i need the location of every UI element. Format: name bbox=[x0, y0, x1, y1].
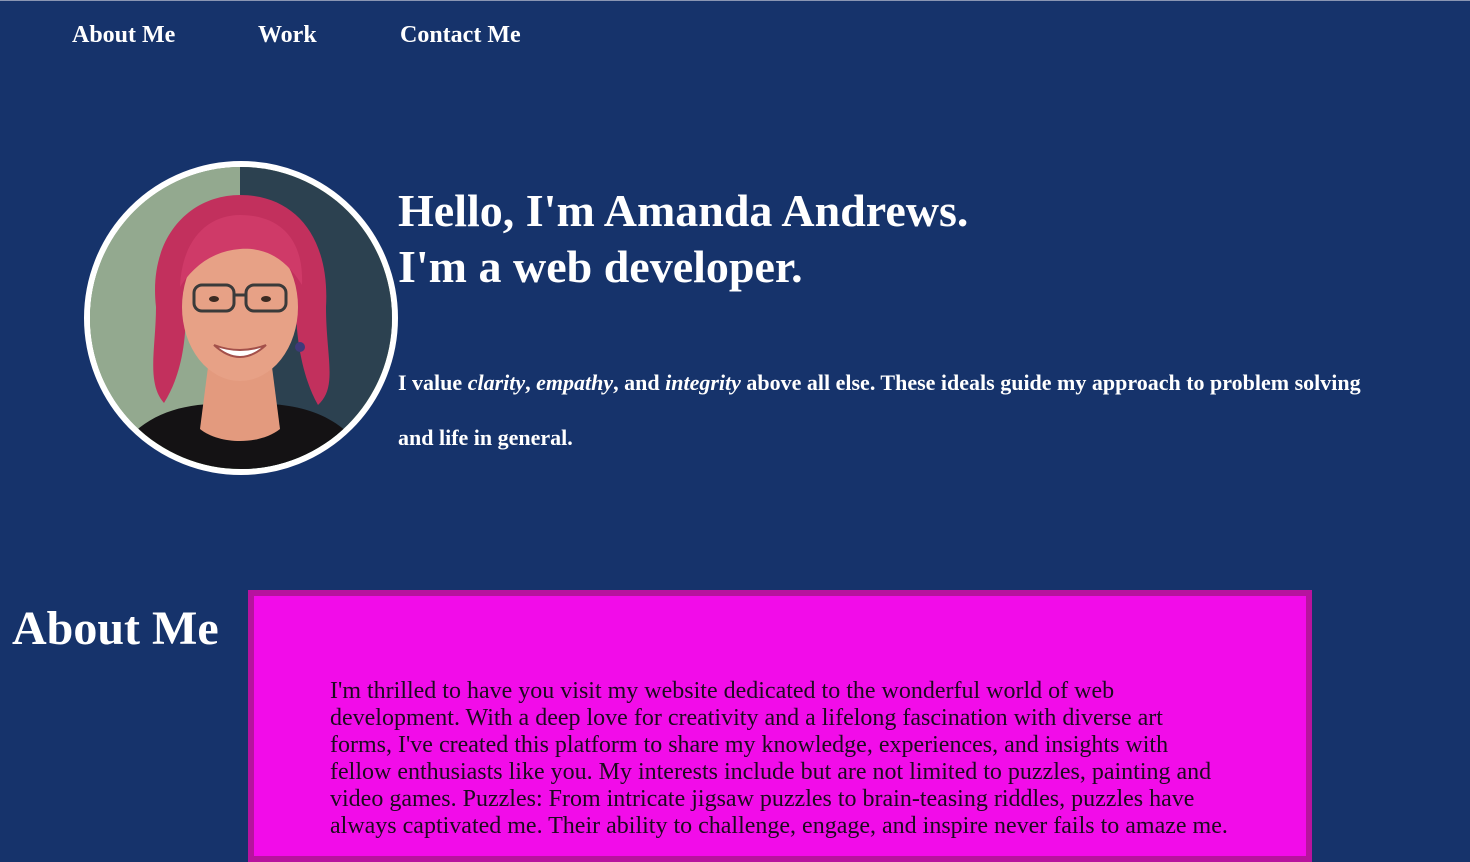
profile-photo bbox=[84, 161, 398, 475]
intro-emphasis-clarity: clarity bbox=[467, 370, 526, 395]
intro-text-3: , and bbox=[613, 370, 666, 395]
intro-emphasis-empathy: empathy bbox=[536, 370, 614, 395]
hero-intro: I value clarity, empathy, and integrity … bbox=[398, 355, 1388, 465]
intro-emphasis-integrity: integrity bbox=[665, 370, 741, 395]
hero-headline-line2: I'm a web developer. bbox=[398, 241, 803, 292]
top-border bbox=[0, 0, 1470, 1]
hero-headline: Hello, I'm Amanda Andrews. I'm a web dev… bbox=[398, 183, 968, 295]
about-card: I'm thrilled to have you visit my websit… bbox=[248, 590, 1312, 862]
nav-link-about-me[interactable]: About Me bbox=[72, 22, 175, 49]
hero-headline-line1: Hello, I'm Amanda Andrews. bbox=[398, 185, 969, 236]
about-body: I'm thrilled to have you visit my websit… bbox=[330, 678, 1228, 839]
about-heading: About Me bbox=[12, 602, 219, 655]
nav-link-work[interactable]: Work bbox=[258, 22, 317, 49]
nav-link-contact-me[interactable]: Contact Me bbox=[400, 22, 521, 49]
intro-text-2: , bbox=[525, 370, 537, 395]
intro-text-1: I value bbox=[398, 370, 468, 395]
profile-photo-icon bbox=[90, 167, 392, 469]
